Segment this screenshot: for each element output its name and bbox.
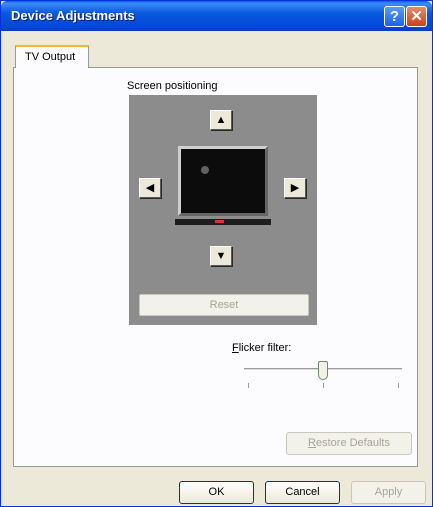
move-down-button[interactable]: ▼ bbox=[210, 246, 232, 266]
tv-power-light bbox=[215, 220, 224, 223]
window-title: Device Adjustments bbox=[11, 8, 135, 23]
restore-mnemonic: R bbox=[308, 437, 316, 449]
slider-tick bbox=[323, 383, 324, 388]
move-left-button[interactable]: ◀ bbox=[139, 178, 161, 198]
cancel-button[interactable]: Cancel bbox=[265, 481, 340, 504]
tv-screen-icon bbox=[178, 146, 268, 216]
move-right-button[interactable]: ▶ bbox=[284, 178, 306, 198]
title-bar[interactable]: Device Adjustments ? ✕ bbox=[1, 1, 432, 31]
reset-label: Reset bbox=[209, 299, 239, 311]
screen-positioning-label: Screen positioning bbox=[127, 80, 218, 92]
arrow-up-icon: ▲ bbox=[215, 114, 227, 126]
flicker-label-text: licker filter: bbox=[238, 342, 292, 354]
cancel-label: Cancel bbox=[285, 486, 320, 498]
restore-defaults-button[interactable]: Restore Defaults bbox=[286, 432, 412, 455]
arrow-right-icon: ▶ bbox=[290, 182, 300, 194]
tab-label: TV Output bbox=[25, 51, 76, 63]
apply-button[interactable]: Apply bbox=[351, 481, 426, 504]
slider-tick bbox=[248, 383, 249, 388]
flicker-slider-thumb[interactable] bbox=[318, 361, 328, 380]
arrow-down-icon: ▼ bbox=[215, 250, 227, 262]
help-icon: ? bbox=[389, 8, 400, 25]
ok-button[interactable]: OK bbox=[179, 481, 254, 504]
slider-tick bbox=[398, 383, 399, 388]
help-button[interactable]: ? bbox=[384, 6, 405, 27]
close-button[interactable]: ✕ bbox=[406, 6, 427, 27]
flicker-filter-label: Flicker filter: bbox=[232, 342, 291, 354]
move-up-button[interactable]: ▲ bbox=[210, 110, 232, 130]
close-icon: ✕ bbox=[410, 8, 423, 25]
tab-tv-output[interactable]: TV Output bbox=[15, 45, 89, 68]
device-adjustments-dialog: Device Adjustments ? ✕ TV Output Screen … bbox=[0, 0, 433, 507]
reset-button[interactable]: Reset bbox=[139, 294, 309, 316]
restore-label-text: estore Defaults bbox=[315, 437, 390, 449]
ok-label: OK bbox=[208, 486, 225, 498]
tv-base bbox=[175, 219, 271, 225]
tv-glare bbox=[201, 166, 209, 174]
flicker-mnemonic: F bbox=[232, 342, 239, 354]
apply-label: Apply bbox=[374, 486, 403, 498]
arrow-left-icon: ◀ bbox=[145, 182, 155, 194]
